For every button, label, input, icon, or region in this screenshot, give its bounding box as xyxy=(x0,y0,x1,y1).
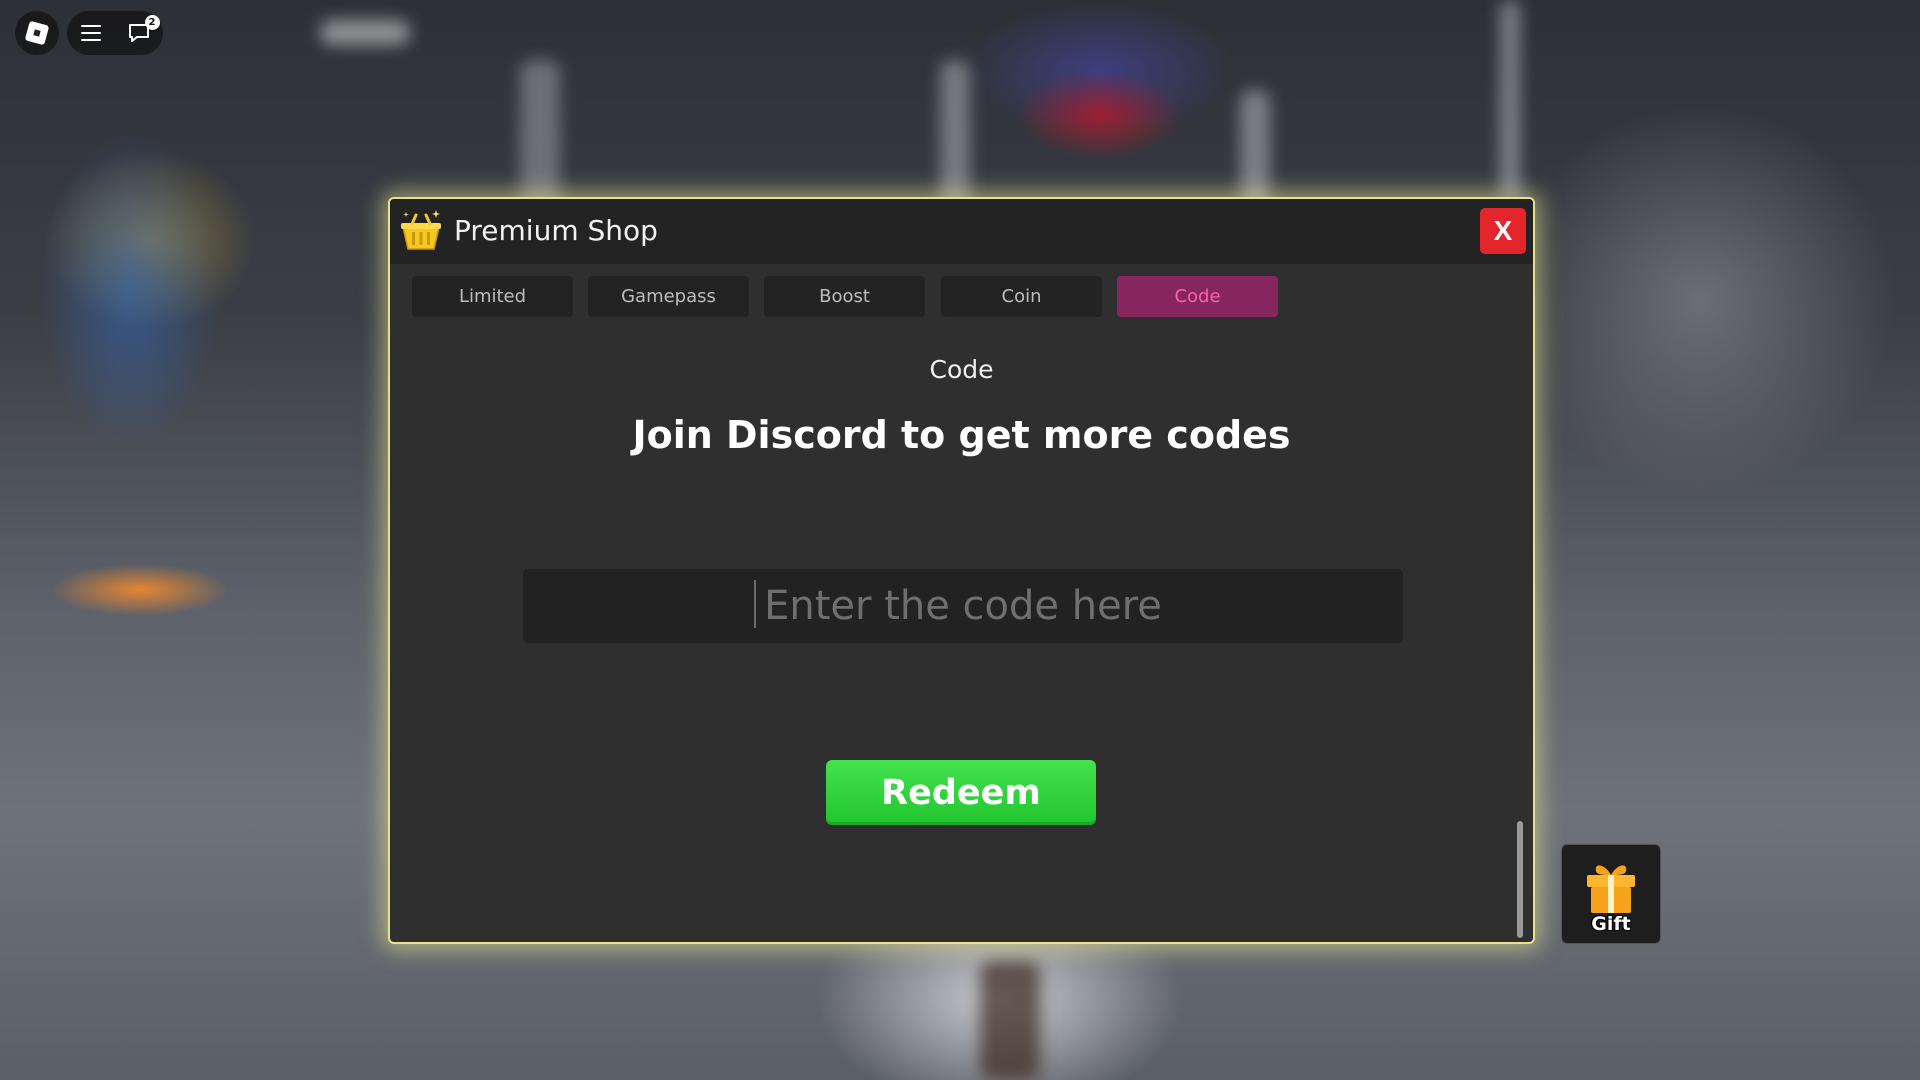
tab-coin[interactable]: Coin xyxy=(941,276,1102,317)
gift-label: Gift xyxy=(1591,913,1631,935)
title-bar: Premium Shop X xyxy=(390,199,1533,264)
tab-gamepass[interactable]: Gamepass xyxy=(588,276,749,317)
scrollbar[interactable] xyxy=(1517,821,1523,938)
tab-limited[interactable]: Limited xyxy=(412,276,573,317)
bg-pillar xyxy=(1500,0,1520,200)
discord-headline: Join Discord to get more codes xyxy=(632,413,1291,457)
tab-code[interactable]: Code xyxy=(1117,276,1278,317)
code-input[interactable] xyxy=(523,569,1403,643)
shop-title: Premium Shop xyxy=(454,214,658,247)
tab-boost[interactable]: Boost xyxy=(764,276,925,317)
chat-icon[interactable]: 2 xyxy=(128,15,160,43)
menu-chat-group: 2 xyxy=(67,11,163,55)
text-caret xyxy=(754,580,756,628)
section-title: Code xyxy=(929,355,994,384)
bg-pillar xyxy=(520,60,560,220)
roblox-menu-button[interactable] xyxy=(15,11,59,55)
close-button[interactable]: X xyxy=(1480,208,1526,254)
bg-light xyxy=(320,20,410,45)
bg-pillar xyxy=(940,60,970,210)
bg-avatar xyxy=(980,960,1040,1080)
redeem-button[interactable]: Redeem xyxy=(826,760,1096,825)
gift-button[interactable]: Gift xyxy=(1561,844,1661,944)
premium-shop-window: Premium Shop X Limited Gamepass Boost Co… xyxy=(388,197,1535,944)
chat-badge: 2 xyxy=(144,15,160,30)
roblox-logo-icon xyxy=(24,20,50,46)
hamburger-menu-icon[interactable] xyxy=(80,25,101,41)
shop-basket-icon xyxy=(401,210,441,250)
bg-pillar xyxy=(1240,90,1270,210)
gift-box-icon xyxy=(1587,865,1635,913)
